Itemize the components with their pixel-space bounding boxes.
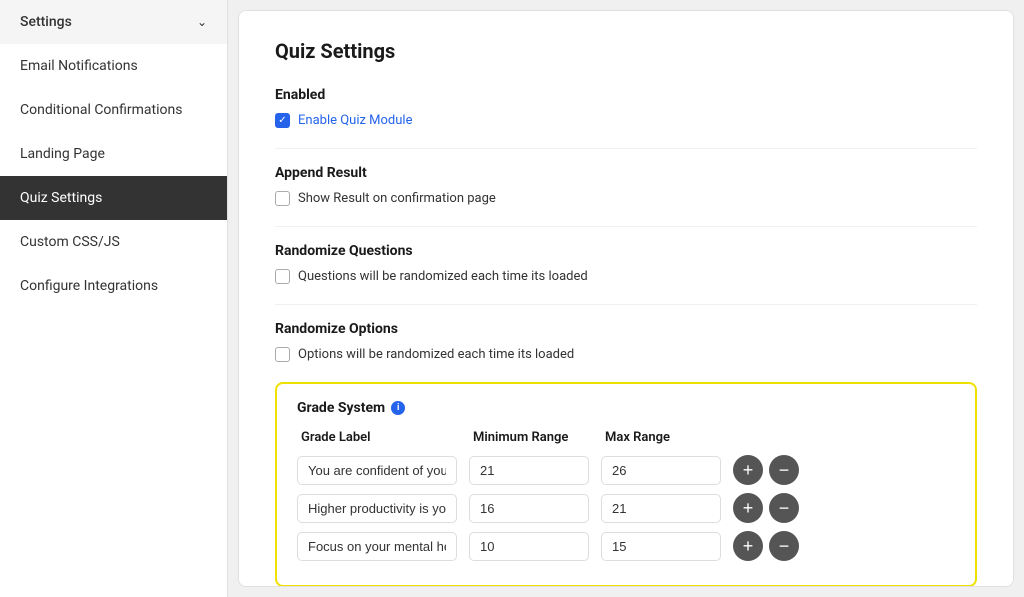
randomize-options-text: Options will be randomized each time its… xyxy=(298,347,574,362)
grade-system-label: Grade System xyxy=(297,400,385,416)
show-result-row: Show Result on confirmation page xyxy=(275,191,977,206)
grade-table-header: Grade Label Minimum Range Max Range xyxy=(297,430,955,445)
col-max-header: Max Range xyxy=(605,430,725,445)
enable-quiz-checkbox[interactable]: ✓ xyxy=(275,113,290,128)
sidebar-item-label: Conditional Confirmations xyxy=(20,102,182,118)
sidebar-item-label: Email Notifications xyxy=(20,58,138,74)
sidebar-item-label: Custom CSS/JS xyxy=(20,234,120,250)
grade-max-input-1[interactable] xyxy=(601,456,721,485)
add-grade-button-1[interactable]: + xyxy=(733,455,763,485)
enable-quiz-row: ✓ Enable Quiz Module xyxy=(275,113,977,128)
add-grade-button-2[interactable]: + xyxy=(733,493,763,523)
main-content: Quiz Settings Enabled ✓ Enable Quiz Modu… xyxy=(238,10,1014,587)
sidebar-item-label: Quiz Settings xyxy=(20,190,102,206)
enable-quiz-label: Enable Quiz Module xyxy=(298,113,412,128)
enabled-label: Enabled xyxy=(275,87,977,103)
sidebar-item-configure-integrations[interactable]: Configure Integrations xyxy=(0,264,227,308)
randomize-questions-section: Randomize Questions Questions will be ra… xyxy=(275,243,977,284)
sidebar-item-landing-page[interactable]: Landing Page xyxy=(0,132,227,176)
sidebar-item-label: Landing Page xyxy=(20,146,105,162)
append-result-label: Append Result xyxy=(275,165,977,181)
sidebar-item-label: Configure Integrations xyxy=(20,278,158,294)
grade-max-input-2[interactable] xyxy=(601,494,721,523)
randomize-questions-label: Randomize Questions xyxy=(275,243,977,259)
grade-min-input-1[interactable] xyxy=(469,456,589,485)
sidebar-item-label: Settings xyxy=(20,14,72,30)
randomize-options-checkbox[interactable] xyxy=(275,347,290,362)
remove-grade-button-3[interactable]: − xyxy=(769,531,799,561)
grade-row-2: + − xyxy=(297,493,955,523)
grade-actions-1: + − xyxy=(733,455,799,485)
randomize-questions-text: Questions will be randomized each time i… xyxy=(298,269,588,284)
grade-system-box: Grade System i Grade Label Minimum Range… xyxy=(275,382,977,587)
add-grade-button-3[interactable]: + xyxy=(733,531,763,561)
sidebar-item-conditional-confirmations[interactable]: Conditional Confirmations xyxy=(0,88,227,132)
randomize-options-row: Options will be randomized each time its… xyxy=(275,347,977,362)
randomize-questions-checkbox[interactable] xyxy=(275,269,290,284)
chevron-down-icon: ⌄ xyxy=(197,15,207,29)
grade-min-input-3[interactable] xyxy=(469,532,589,561)
sidebar-item-email-notifications[interactable]: Email Notifications xyxy=(0,44,227,88)
grade-row-3: + − xyxy=(297,531,955,561)
grade-system-title: Grade System i xyxy=(297,400,955,416)
sidebar-item-quiz-settings[interactable]: Quiz Settings xyxy=(0,176,227,220)
info-icon[interactable]: i xyxy=(391,401,405,415)
divider-2 xyxy=(275,226,977,227)
randomize-questions-row: Questions will be randomized each time i… xyxy=(275,269,977,284)
col-label-header: Grade Label xyxy=(301,430,461,445)
col-min-header: Minimum Range xyxy=(473,430,593,445)
page-title: Quiz Settings xyxy=(275,39,977,63)
grade-actions-2: + − xyxy=(733,493,799,523)
divider-1 xyxy=(275,148,977,149)
grade-label-input-3[interactable] xyxy=(297,532,457,561)
show-result-text: Show Result on confirmation page xyxy=(298,191,496,206)
randomize-options-label: Randomize Options xyxy=(275,321,977,337)
sidebar-item-custom-css-js[interactable]: Custom CSS/JS xyxy=(0,220,227,264)
append-result-section: Append Result Show Result on confirmatio… xyxy=(275,165,977,206)
grade-row-1: + − xyxy=(297,455,955,485)
grade-label-input-1[interactable] xyxy=(297,456,457,485)
grade-label-input-2[interactable] xyxy=(297,494,457,523)
grade-actions-3: + − xyxy=(733,531,799,561)
divider-3 xyxy=(275,304,977,305)
remove-grade-button-1[interactable]: − xyxy=(769,455,799,485)
show-result-checkbox[interactable] xyxy=(275,191,290,206)
grade-max-input-3[interactable] xyxy=(601,532,721,561)
randomize-options-section: Randomize Options Options will be random… xyxy=(275,321,977,362)
enabled-section: Enabled ✓ Enable Quiz Module xyxy=(275,87,977,128)
sidebar-item-settings[interactable]: Settings ⌄ xyxy=(0,0,227,44)
grade-table: Grade Label Minimum Range Max Range + − … xyxy=(297,430,955,561)
sidebar: Settings ⌄ Email Notifications Condition… xyxy=(0,0,228,597)
remove-grade-button-2[interactable]: − xyxy=(769,493,799,523)
grade-min-input-2[interactable] xyxy=(469,494,589,523)
